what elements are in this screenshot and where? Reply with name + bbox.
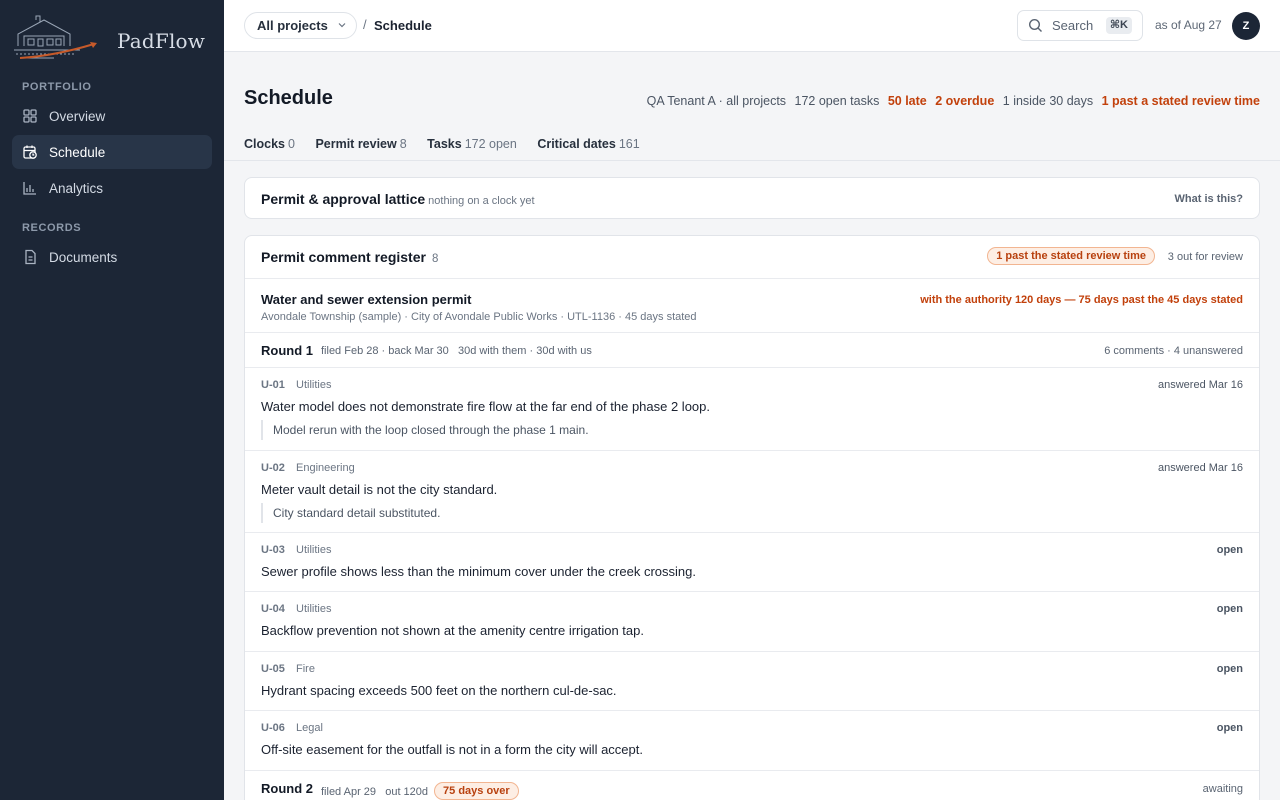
comment-response: City standard detail substituted. [261,503,440,523]
sidebar-item-label: Analytics [49,180,104,196]
as-of-date: as of Aug 27 [1155,18,1222,32]
project-selector-label: All projects [257,18,328,33]
comment-status: open [1216,544,1243,556]
comment-text: Sewer profile shows less than the minimu… [261,564,696,579]
comment-row[interactable]: U-02 Engineering answered Mar 16 Meter v… [245,451,1259,533]
tab-tasks[interactable]: Tasks 172 open [427,137,517,151]
document-icon [22,249,38,265]
lattice-subtitle: nothing on a clock yet [428,195,535,207]
round-summary: awaiting [1202,783,1243,795]
avatar[interactable]: Z [1232,12,1260,40]
comment-text: Off-site easement for the outfall is not… [261,742,643,757]
round-meta: filed Apr 29 out 120d 75 days over [321,782,519,800]
comment-row[interactable]: U-01 Utilities answered Mar 16 Water mod… [245,368,1259,451]
schedule-stats: QA Tenant A · all projects 172 open task… [642,94,1260,108]
comment-status: answered Mar 16 [1158,462,1243,474]
page-header: Schedule QA Tenant A · all projects 172 … [224,52,1280,161]
bar-chart-icon [22,180,38,196]
what-is-this-link[interactable]: What is this? [1175,193,1243,205]
comment-id: U-04 [261,603,285,615]
sidebar-item-analytics[interactable]: Analytics [12,171,212,205]
round-meta: filed Feb 28 · back Mar 30 30d with them… [321,345,592,357]
calendar-clock-icon [22,144,38,160]
tab-critical-dates[interactable]: Critical dates 161 [537,137,639,151]
comment-status: open [1216,663,1243,675]
comment-category: Utilities [296,379,332,391]
comment-id: U-03 [261,544,285,556]
register-header: Permit comment register 8 1 past the stat… [245,236,1259,279]
chevron-down-icon [338,23,346,28]
past-review-badge[interactable]: 1 past the stated review time [987,247,1155,265]
search-button[interactable]: Search ⌘K [1017,10,1143,41]
open-tasks-count: 172 open tasks [794,94,880,108]
top-bar: All projects / Schedule Search ⌘K as of … [224,0,1280,52]
page-title: Schedule [244,87,333,109]
breadcrumb-separator: / [363,17,367,32]
round-summary: 6 comments · 4 unanswered [1104,345,1243,357]
comment-category: Legal [296,722,323,734]
permit-row[interactable]: Water and sewer extension permit Avondal… [245,279,1259,333]
out-for-review-count: 3 out for review [1167,251,1243,263]
register-title: Permit comment register 8 [261,249,439,265]
comment-category: Fire [296,663,315,675]
comment-category: Utilities [296,603,332,615]
scope-label: QA Tenant A · all projects [646,94,787,108]
project-selector[interactable]: All projects [244,12,357,39]
comment-status: open [1216,603,1243,615]
permit-status: with the authority 120 days — 75 days pa… [920,294,1243,306]
comment-row[interactable]: U-04 Utilities open Backflow prevention … [245,592,1259,652]
comment-status: answered Mar 16 [1158,379,1243,391]
sidebar: PadFlow PORTFOLIO Overview Schedule Anal… [0,0,224,800]
schedule-tabs: Clocks 0 Permit review 8 Tasks 172 open Cri… [244,137,657,151]
register-count: 8 [431,253,439,265]
comment-text: Water model does not demonstrate fire fl… [261,399,711,414]
breadcrumb-current: Schedule [374,18,432,33]
comment-status: open [1216,722,1243,734]
sidebar-item-documents[interactable]: Documents [12,240,212,274]
sidebar-item-schedule[interactable]: Schedule [12,135,212,169]
search-shortcut: ⌘K [1105,17,1132,34]
past-review-count[interactable]: 1 past a stated review time [1102,94,1260,108]
permit-comment-register: Permit comment register 8 1 past the stat… [244,235,1260,800]
comment-id: U-06 [261,722,285,734]
round-label: Round 2 [261,781,313,796]
comment-row[interactable]: U-03 Utilities open Sewer profile shows … [245,533,1259,592]
house-logo-icon [14,15,97,59]
permit-meta: Avondale Township (sample) · City of Avo… [261,311,697,323]
search-label: Search [1052,18,1094,33]
comment-row[interactable]: U-05 Fire open Hydrant spacing exceeds 5… [245,652,1259,711]
search-icon [1028,18,1042,32]
round-label: Round 1 [261,343,313,358]
sidebar-item-label: Documents [49,249,118,265]
round-2-row[interactable]: Round 2 filed Apr 29 out 120d 75 days ove… [245,771,1259,800]
permit-lattice-card: Permit & approval lattice nothing on a cl… [244,177,1260,219]
nav-section-portfolio: PORTFOLIO [22,81,92,93]
sidebar-item-overview[interactable]: Overview [12,99,212,133]
inside-30-days-count: 1 inside 30 days [1002,94,1094,108]
comment-category: Engineering [296,462,355,474]
nav-section-records: RECORDS [22,222,82,234]
late-count[interactable]: 50 late [888,94,927,108]
grid-icon [22,108,38,124]
permit-name: Water and sewer extension permit [261,292,472,307]
lattice-title: Permit & approval lattice nothing on a cl… [261,191,535,207]
tab-permit-review[interactable]: Permit review 8 [315,137,406,151]
overdue-count[interactable]: 2 overdue [935,94,994,108]
comment-id: U-02 [261,462,285,474]
sidebar-item-label: Schedule [49,144,106,160]
comment-id: U-01 [261,379,285,391]
days-over-badge: 75 days over [434,782,519,800]
comment-response: Model rerun with the loop closed through… [261,420,589,440]
round-1-row[interactable]: Round 1 filed Feb 28 · back Mar 30 30d w… [245,333,1259,368]
tab-clocks[interactable]: Clocks 0 [244,137,295,151]
comment-id: U-05 [261,663,285,675]
comment-text: Hydrant spacing exceeds 500 feet on the … [261,683,617,698]
comment-row[interactable]: U-06 Legal open Off-site easement for th… [245,711,1259,771]
padflow-logo[interactable]: PadFlow [14,14,214,64]
brand-name: PadFlow [117,29,206,53]
sidebar-item-label: Overview [49,108,106,124]
comment-text: Meter vault detail is not the city stand… [261,482,498,497]
comment-category: Utilities [296,544,332,556]
comment-text: Backflow prevention not shown at the ame… [261,623,644,638]
